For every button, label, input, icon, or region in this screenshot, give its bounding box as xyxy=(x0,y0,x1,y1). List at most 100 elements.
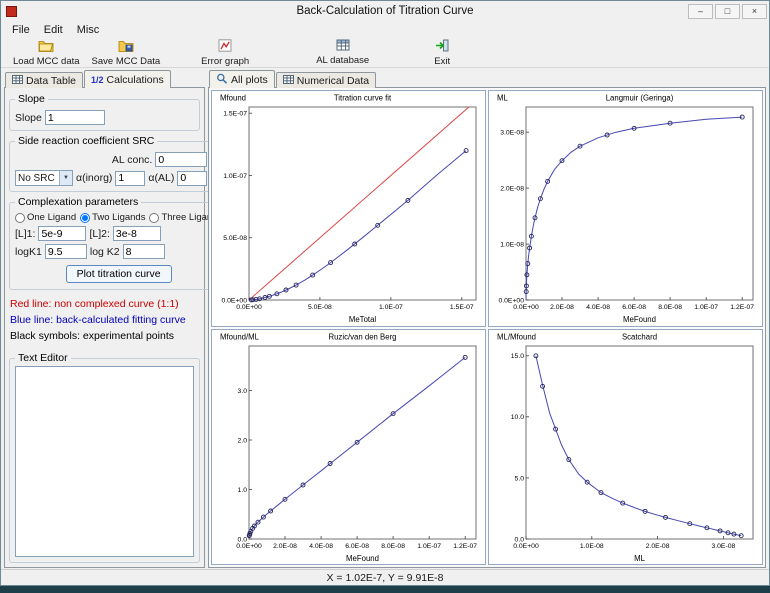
alpha-inorg-input[interactable] xyxy=(115,171,145,186)
toolbar: Load MCC data Save MCC Data Error graph … xyxy=(1,38,769,68)
menu-misc[interactable]: Misc xyxy=(70,23,107,37)
slope-input[interactable] xyxy=(45,110,105,125)
svg-text:0.0E+00: 0.0E+00 xyxy=(498,297,524,304)
svg-text:2.0E-08: 2.0E-08 xyxy=(550,304,574,311)
al-database-button[interactable]: AL database xyxy=(310,39,375,67)
tab-label: Calculations xyxy=(107,74,164,86)
svg-text:5.0E-08: 5.0E-08 xyxy=(308,304,332,311)
slope-group: Slope Slope xyxy=(9,93,200,131)
svg-text:MeFound: MeFound xyxy=(346,554,379,563)
src-select[interactable]: No SRC ▼ xyxy=(15,170,73,186)
src-group: Side reaction coefficient SRC AL conc. N… xyxy=(9,135,213,192)
text-editor[interactable] xyxy=(15,366,194,557)
tab-all-plots[interactable]: All plots xyxy=(209,70,275,88)
chart-svg-titration-curve-fit: 0.0E+005.0E-081.0E-071.5E-070.0E+005.0E-… xyxy=(212,91,485,326)
svg-text:1.0E-07: 1.0E-07 xyxy=(379,304,403,311)
logk1-input[interactable] xyxy=(45,244,87,259)
one-ligand-option[interactable]: One Ligand xyxy=(15,212,76,223)
svg-text:5.0E-08: 5.0E-08 xyxy=(223,235,247,242)
toolbar-label: Exit xyxy=(434,56,450,67)
maximize-button[interactable]: □ xyxy=(715,4,740,19)
l1-label: [L]1: xyxy=(15,228,35,240)
two-ligands-option[interactable]: Two Ligands xyxy=(80,212,145,223)
window-title: Back-Calculation of Titration Curve xyxy=(1,5,769,17)
tab-data-table[interactable]: Data Table xyxy=(5,72,83,88)
dropdown-arrow-icon[interactable]: ▼ xyxy=(59,171,72,185)
svg-text:5.0: 5.0 xyxy=(515,475,525,482)
svg-text:4.0E-08: 4.0E-08 xyxy=(309,543,333,550)
src-group-title: Side reaction coefficient SRC xyxy=(15,135,157,147)
close-button[interactable]: × xyxy=(742,4,767,19)
minimize-button[interactable]: – xyxy=(688,4,713,19)
three-ligands-radio[interactable] xyxy=(149,213,159,223)
radio-label: Two Ligands xyxy=(92,212,145,223)
save-mcc-data-button[interactable]: Save MCC Data xyxy=(86,39,167,67)
ligand-radio-group: One Ligand Two Ligands Three Ligands xyxy=(15,212,222,223)
svg-text:Mfound/ML: Mfound/ML xyxy=(220,332,260,341)
svg-text:2.0: 2.0 xyxy=(238,437,248,444)
svg-text:1.0: 1.0 xyxy=(238,486,248,493)
tab-label: Numerical Data xyxy=(297,75,369,87)
al-conc-label: AL conc. xyxy=(112,154,152,166)
left-panel: Data Table 1/2 Calculations Slope Slope … xyxy=(4,70,205,568)
svg-text:1.5E-07: 1.5E-07 xyxy=(450,304,474,311)
al-conc-input[interactable] xyxy=(155,152,207,167)
svg-text:0.0: 0.0 xyxy=(515,536,525,543)
one-ligand-radio[interactable] xyxy=(15,213,25,223)
svg-text:1.5E-07: 1.5E-07 xyxy=(223,111,247,118)
l2-input[interactable] xyxy=(113,226,161,241)
svg-text:ML: ML xyxy=(634,554,645,563)
svg-text:MeTotal: MeTotal xyxy=(349,315,377,324)
tab-calculations[interactable]: 1/2 Calculations xyxy=(84,70,171,88)
l1-input[interactable] xyxy=(38,226,86,241)
svg-text:Ruzic/van den Berg: Ruzic/van den Berg xyxy=(328,332,396,341)
logk1-label: logK1 xyxy=(15,246,42,258)
save-folder-icon xyxy=(118,39,134,55)
menu-bar: File Edit Misc xyxy=(1,21,769,38)
chart-ruzic-van-den-berg[interactable]: 0.0E+002.0E-084.0E-086.0E-088.0E-081.0E-… xyxy=(211,329,486,566)
svg-text:1.2E-07: 1.2E-07 xyxy=(730,304,754,311)
exit-button[interactable]: Exit xyxy=(411,39,473,67)
svg-text:Titration curve fit: Titration curve fit xyxy=(334,94,392,103)
toolbar-label: Save MCC Data xyxy=(92,56,161,67)
l2-label: [L]2: xyxy=(89,228,109,240)
svg-text:2.0E-08: 2.0E-08 xyxy=(646,543,670,550)
alpha-al-input[interactable] xyxy=(177,171,207,186)
legend-blue-line: Blue line: back-calculated fitting curve xyxy=(10,314,199,326)
svg-text:4.0E-08: 4.0E-08 xyxy=(586,304,610,311)
svg-text:3.0: 3.0 xyxy=(238,387,248,394)
two-ligands-radio[interactable] xyxy=(80,213,90,223)
calculations-page: Slope Slope Side reaction coefficient SR… xyxy=(4,87,205,568)
slope-group-title: Slope xyxy=(15,93,48,105)
chart-scatchard[interactable]: 0.0E+001.0E-082.0E-083.0E-080.05.010.015… xyxy=(488,329,763,566)
svg-text:3.0E-08: 3.0E-08 xyxy=(711,543,735,550)
calculations-icon: 1/2 xyxy=(91,75,104,85)
svg-text:0.0E+00: 0.0E+00 xyxy=(236,304,262,311)
chart-svg-ruzic-van-den-berg: 0.0E+002.0E-084.0E-086.0E-088.0E-081.0E-… xyxy=(212,330,485,565)
svg-text:Langmuir (Geringa): Langmuir (Geringa) xyxy=(606,94,674,103)
data-table-icon xyxy=(12,75,23,87)
chart-titration-curve-fit[interactable]: 0.0E+005.0E-081.0E-071.5E-070.0E+005.0E-… xyxy=(211,90,486,327)
all-plots-page: 0.0E+00 5.0E-08 1.0E-07 1.5E-07 0.0E+00 5.0E-… xyxy=(208,87,766,568)
svg-text:ML: ML xyxy=(497,94,508,103)
menu-file[interactable]: File xyxy=(5,23,37,37)
title-bar[interactable]: Back-Calculation of Titration Curve – □ … xyxy=(1,1,769,21)
tab-numerical-data[interactable]: Numerical Data xyxy=(276,72,376,88)
numerical-data-icon xyxy=(283,75,294,87)
error-graph-button[interactable]: Error graph xyxy=(194,39,256,67)
charts-grid: 0.0E+00 5.0E-08 1.0E-07 1.5E-07 0.0E+00 5.0E-… xyxy=(211,90,763,565)
svg-text:6.0E-08: 6.0E-08 xyxy=(345,543,369,550)
menu-edit[interactable]: Edit xyxy=(37,23,70,37)
svg-text:8.0E-08: 8.0E-08 xyxy=(381,543,405,550)
toolbar-label: AL database xyxy=(316,55,369,66)
svg-text:Mfound: Mfound xyxy=(220,94,246,103)
error-graph-icon xyxy=(218,39,232,55)
svg-text:3.0E-08: 3.0E-08 xyxy=(500,130,524,137)
window-controls: – □ × xyxy=(688,4,769,19)
chart-langmuir[interactable]: 0.0E+002.0E-084.0E-086.0E-088.0E-081.0E-… xyxy=(488,90,763,327)
load-mcc-data-button[interactable]: Load MCC data xyxy=(7,39,86,67)
svg-text:10.0: 10.0 xyxy=(511,414,524,421)
logk2-input[interactable] xyxy=(123,244,165,259)
plot-titration-curve-button[interactable]: Plot titration curve xyxy=(66,265,172,283)
tab-label: All plots xyxy=(231,74,268,86)
